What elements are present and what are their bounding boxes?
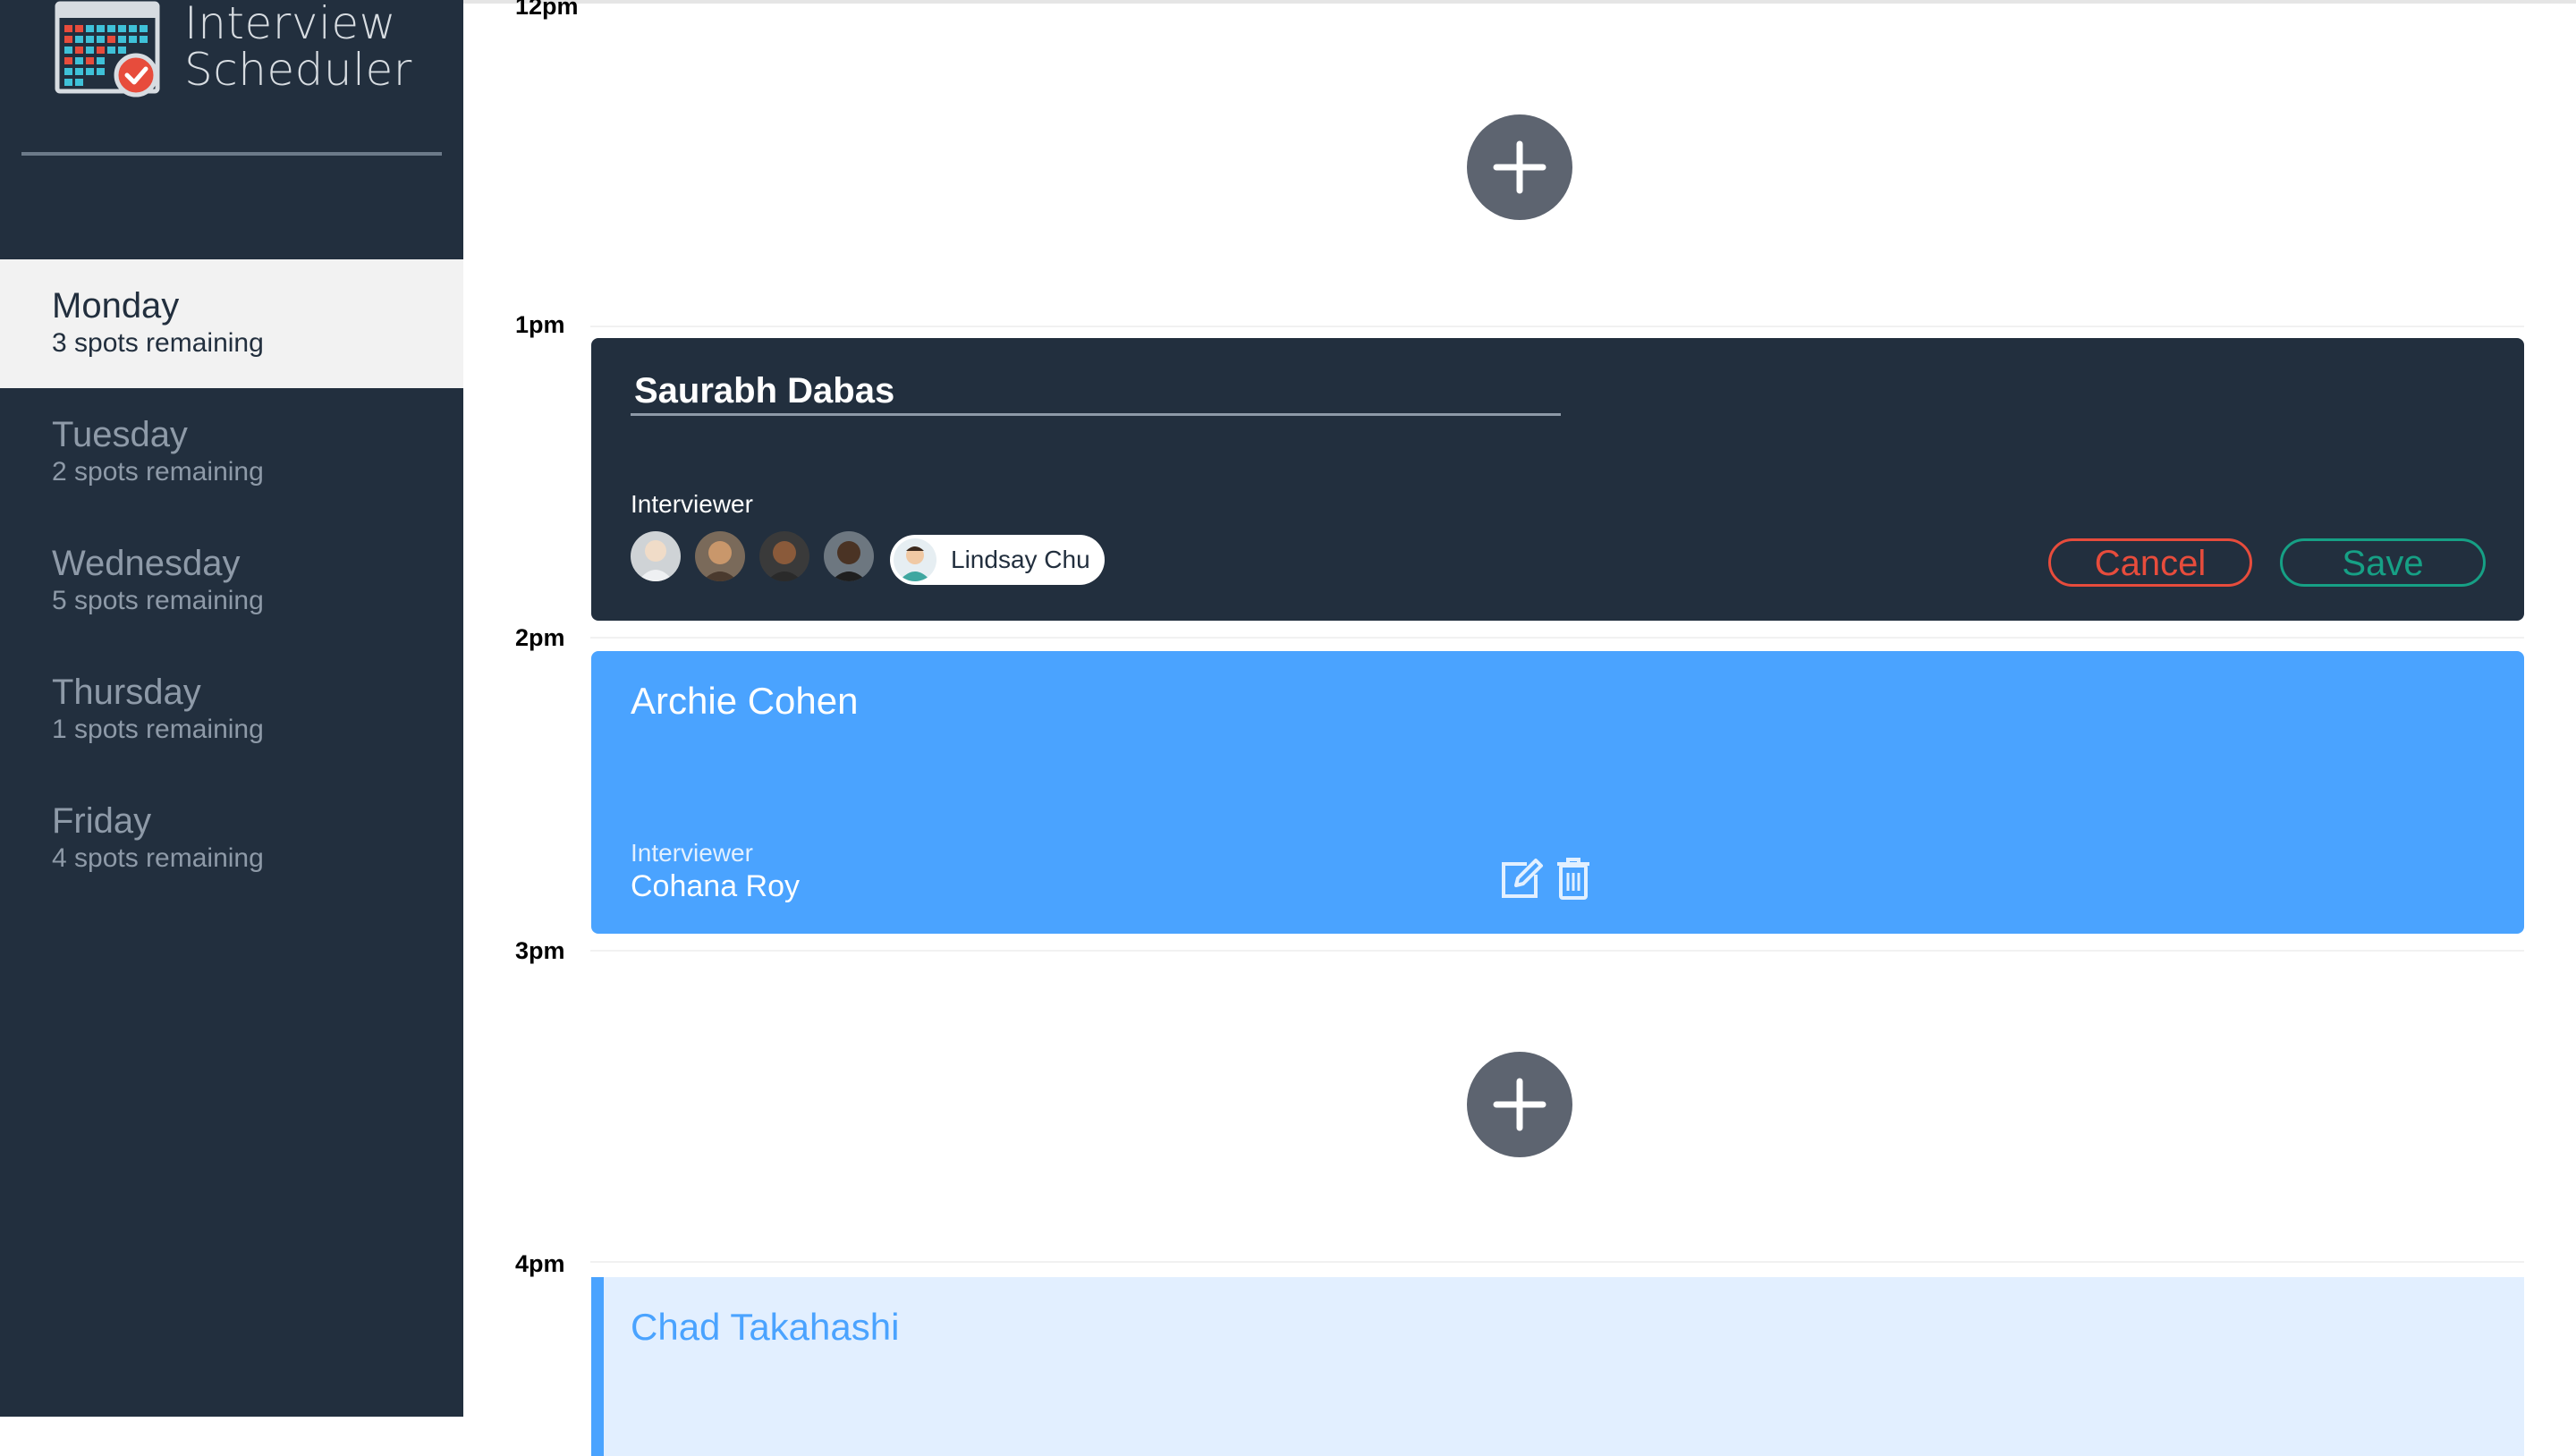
interviewer-label: Interviewer [631, 839, 753, 867]
slot-divider [590, 1261, 2524, 1263]
day-spots: 2 spots remaining [52, 457, 264, 487]
day-item-thursday[interactable]: Thursday 1 spots remaining [0, 646, 463, 775]
interviewer-avatar[interactable] [759, 531, 809, 581]
sidebar-divider [21, 152, 442, 156]
slot-divider [590, 950, 2524, 952]
interviewer-avatar[interactable] [824, 531, 874, 581]
add-appointment-button[interactable] [1467, 114, 1572, 220]
cancel-button[interactable]: Cancel [2048, 538, 2252, 587]
day-item-friday[interactable]: Friday 4 spots remaining [0, 775, 463, 903]
calendar-check-icon [55, 1, 160, 97]
day-spots: 1 spots remaining [52, 715, 264, 744]
slot-divider [590, 637, 2524, 639]
appointment-student-name: Archie Cohen [631, 680, 859, 722]
day-name: Tuesday [52, 415, 188, 454]
selected-interviewer-chip[interactable]: Lindsay Chu [890, 535, 1105, 585]
day-spots: 4 spots remaining [52, 843, 264, 873]
day-name: Monday [52, 286, 180, 326]
day-spots: 3 spots remaining [52, 328, 264, 358]
day-name: Friday [52, 801, 152, 841]
day-list: Monday 3 spots remaining Tuesday 2 spots… [0, 259, 463, 903]
interviewer-avatar [894, 538, 936, 581]
interviewer-name: Cohana Roy [631, 869, 801, 903]
selected-interviewer-name: Lindsay Chu [951, 546, 1090, 573]
day-item-tuesday[interactable]: Tuesday 2 spots remaining [0, 388, 463, 517]
appointment-student-name: Chad Takahashi [631, 1306, 900, 1348]
day-item-wednesday[interactable]: Wednesday 5 spots remaining [0, 517, 463, 646]
sidebar: Interview Scheduler Monday 3 spots remai… [0, 0, 463, 1417]
top-border [463, 0, 2576, 4]
app-title: Interview Scheduler [184, 0, 412, 93]
day-name: Wednesday [52, 544, 241, 583]
appointment-card-preview[interactable]: Chad Takahashi [591, 1277, 2524, 1456]
time-label-4pm: 4pm [515, 1250, 565, 1277]
day-spots: 5 spots remaining [52, 586, 264, 615]
day-item-monday[interactable]: Monday 3 spots remaining [0, 259, 463, 388]
app-title-line1: Interview [184, 0, 396, 49]
appointment-card: Archie Cohen Interviewer Cohana Roy [591, 651, 2524, 934]
edit-icon[interactable] [1500, 859, 1545, 900]
plus-icon [1493, 1078, 1546, 1131]
app-title-line2: Scheduler [184, 44, 412, 96]
trash-icon[interactable] [1555, 857, 1591, 900]
save-button[interactable]: Save [2280, 538, 2486, 587]
slot-divider [590, 326, 2524, 327]
student-name-input[interactable] [631, 368, 1561, 416]
interviewer-label: Interviewer [631, 490, 753, 518]
time-label-12pm: 12pm [515, 0, 579, 20]
add-appointment-button[interactable] [1467, 1052, 1572, 1157]
day-name: Thursday [52, 673, 201, 712]
plus-icon [1493, 140, 1546, 194]
interviewer-avatar[interactable] [631, 531, 681, 581]
time-label-1pm: 1pm [515, 311, 565, 338]
interviewer-avatar[interactable] [695, 531, 745, 581]
appointment-form: Interviewer Lindsay Chu Cancel Save [591, 338, 2524, 621]
